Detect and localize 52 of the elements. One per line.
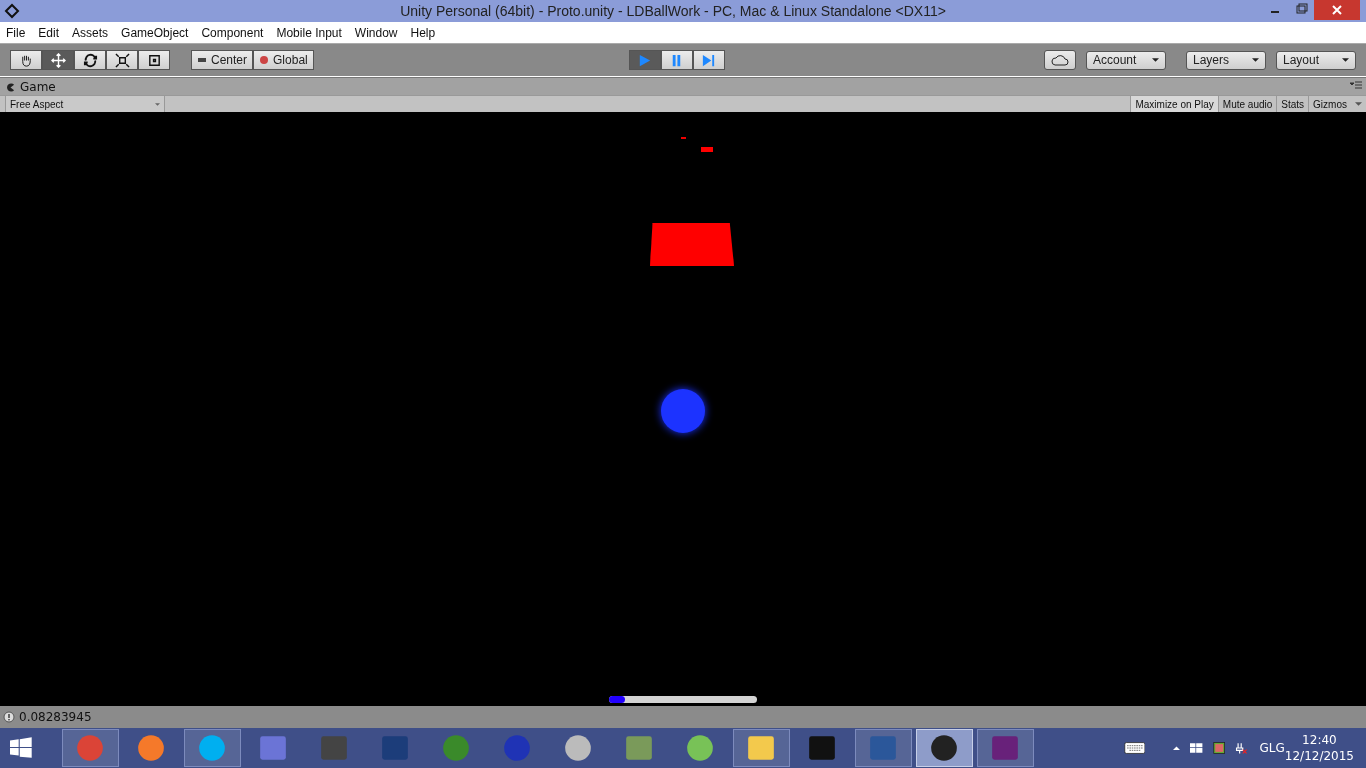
scale-icon — [114, 52, 130, 68]
tool-button[interactable] — [106, 50, 138, 70]
step-icon — [701, 52, 717, 68]
menu-item[interactable]: File — [6, 25, 26, 40]
caret-icon[interactable] — [1355, 102, 1362, 106]
menu-item[interactable]: GameObject — [121, 25, 189, 40]
menu-item[interactable]: Component — [201, 25, 264, 40]
pacman-icon — [6, 82, 15, 92]
rotate-icon — [82, 52, 98, 68]
warning-icon — [3, 711, 15, 723]
pivot-toggle[interactable]: Center — [191, 50, 254, 70]
playback-button[interactable] — [660, 50, 693, 70]
move-arrows-icon — [50, 52, 66, 68]
menu-item[interactable]: Assets — [72, 25, 109, 40]
taskbar-app[interactable] — [915, 729, 973, 767]
tool-button[interactable] — [74, 50, 106, 70]
aspect-dropdown[interactable]: Free Aspect — [5, 96, 165, 112]
play-icon — [637, 52, 653, 68]
panel-menu-icon[interactable] — [1350, 81, 1362, 89]
menu-item[interactable]: Mobile Input — [276, 25, 342, 40]
menu-item[interactable]: Window — [354, 25, 398, 40]
power-plug-icon[interactable] — [1235, 740, 1248, 756]
cloud-button[interactable] — [1044, 50, 1076, 70]
cloud-icon — [1051, 54, 1069, 66]
caret-icon — [155, 102, 160, 106]
menu-item[interactable]: Edit — [38, 25, 60, 40]
status-message: 0.08283945 — [19, 710, 92, 724]
pivot-icon — [197, 55, 207, 65]
chevron-up-icon[interactable] — [1173, 745, 1181, 751]
menu-item[interactable]: Help — [410, 25, 436, 40]
account-dropdown[interactable]: Account — [1086, 50, 1166, 70]
rect-tool-icon — [146, 52, 162, 68]
pivot-toggle[interactable]: Global — [253, 50, 314, 70]
tool-button[interactable] — [138, 50, 170, 70]
close-icon[interactable] — [1314, 0, 1360, 20]
game-tab[interactable]: Game — [0, 79, 62, 95]
distant-block — [701, 147, 713, 152]
caret-icon — [1342, 58, 1349, 62]
tool-button[interactable] — [10, 50, 42, 70]
caret-icon — [1252, 58, 1259, 62]
tool-button[interactable] — [42, 50, 74, 70]
window-title: Unity Personal (64bit) - Proto.unity - LDBallWork - PC, Mac & Linux Standalone <DX11> — [399, 3, 947, 19]
game-view-toggle[interactable]: Maximize on Play — [1130, 96, 1218, 112]
keyboard-icon[interactable] — [1123, 740, 1146, 756]
playback-button[interactable] — [692, 50, 725, 70]
caret-icon — [1152, 58, 1159, 62]
layers-dropdown[interactable]: Layers — [1186, 50, 1266, 70]
language-indicator[interactable]: GLG — [1259, 741, 1285, 755]
layout-dropdown[interactable]: Layout — [1276, 50, 1356, 70]
windows-logo-icon[interactable] — [1190, 740, 1203, 756]
ball — [661, 389, 705, 433]
clock[interactable]: 12:40 12/12/2015 — [1284, 732, 1354, 764]
